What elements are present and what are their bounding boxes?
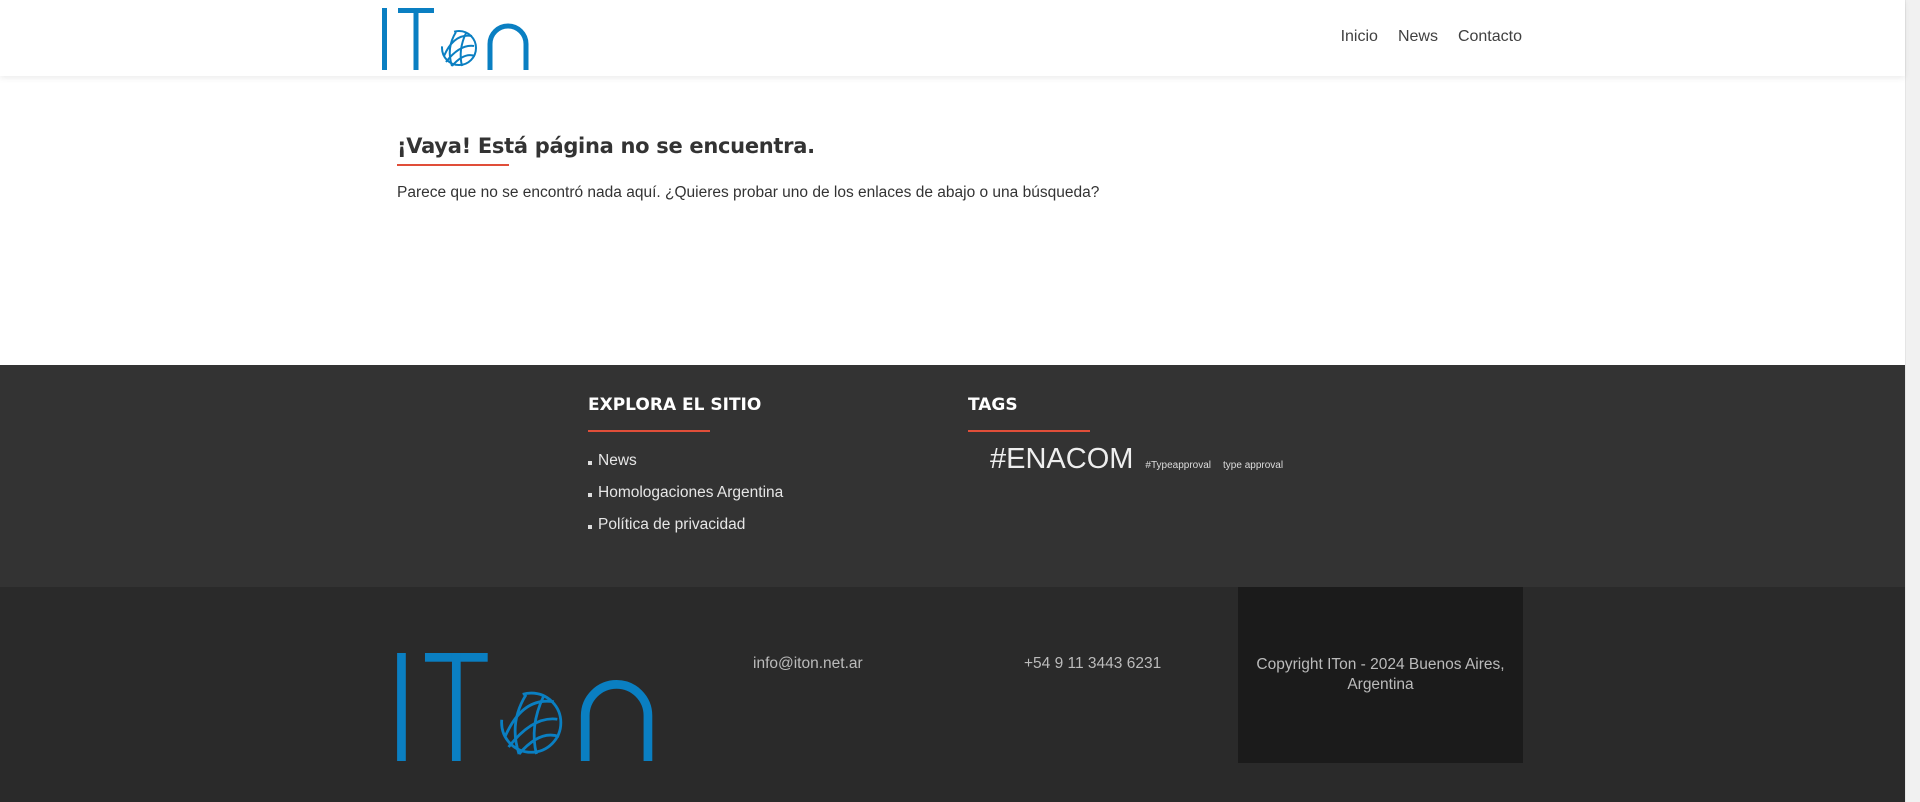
footer-link-privacidad[interactable]: Política de privacidad bbox=[588, 516, 783, 534]
page-scrollbar[interactable] bbox=[1905, 0, 1920, 802]
nav-inicio[interactable]: Inicio bbox=[1341, 28, 1378, 46]
copyright-text: Copyright ITon - 2024 Buenos Aires, Arge… bbox=[1256, 656, 1505, 693]
bullet-icon bbox=[588, 493, 592, 497]
contact-phone: +54 9 11 3443 6231 bbox=[1024, 655, 1162, 672]
main-content: ¡Vaya! Está página no se encuentra. Pare… bbox=[0, 76, 1905, 365]
tag-enacom[interactable]: #ENACOM bbox=[990, 443, 1133, 476]
tags-widget-title: TAGS bbox=[968, 395, 1018, 415]
copyright-box: Copyright ITon - 2024 Buenos Aires, Arge… bbox=[1238, 587, 1523, 763]
link-label: Homologaciones Argentina bbox=[598, 484, 784, 501]
footer-logo bbox=[397, 653, 655, 761]
site-header: Inicio News Contacto bbox=[0, 0, 1905, 76]
nav-contacto[interactable]: Contacto bbox=[1458, 28, 1522, 46]
link-label: News bbox=[598, 452, 637, 469]
bullet-icon bbox=[588, 461, 592, 465]
site-logo[interactable] bbox=[382, 8, 530, 70]
title-underline bbox=[397, 164, 509, 166]
nav-news[interactable]: News bbox=[1398, 28, 1438, 46]
error-message: Parece que no se encontró nada aquí. ¿Qu… bbox=[397, 184, 1100, 201]
tag-typeapproval[interactable]: #Typeapproval bbox=[1145, 460, 1211, 471]
tag-type-approval[interactable]: type approval bbox=[1223, 460, 1283, 471]
footer-link-news[interactable]: News bbox=[588, 452, 783, 470]
tags-title-underline bbox=[968, 430, 1090, 432]
explore-widget-title: EXPLORA EL SITIO bbox=[588, 395, 762, 415]
main-nav: Inicio News Contacto bbox=[1341, 28, 1522, 46]
site-footer: info@iton.net.ar +54 9 11 3443 6231 Copy… bbox=[0, 587, 1905, 802]
explore-title-underline bbox=[588, 430, 710, 432]
bullet-icon bbox=[588, 525, 592, 529]
footer-link-homologaciones[interactable]: Homologaciones Argentina bbox=[588, 484, 783, 502]
footer-widgets: EXPLORA EL SITIO News Homologaciones Arg… bbox=[0, 365, 1905, 587]
tag-cloud: #ENACOM #Typeapproval type approval bbox=[990, 443, 1283, 476]
link-label: Política de privacidad bbox=[598, 516, 746, 533]
page-title: ¡Vaya! Está página no se encuentra. bbox=[397, 134, 815, 158]
explore-links: News Homologaciones Argentina Política d… bbox=[588, 452, 783, 548]
contact-email[interactable]: info@iton.net.ar bbox=[753, 655, 863, 673]
